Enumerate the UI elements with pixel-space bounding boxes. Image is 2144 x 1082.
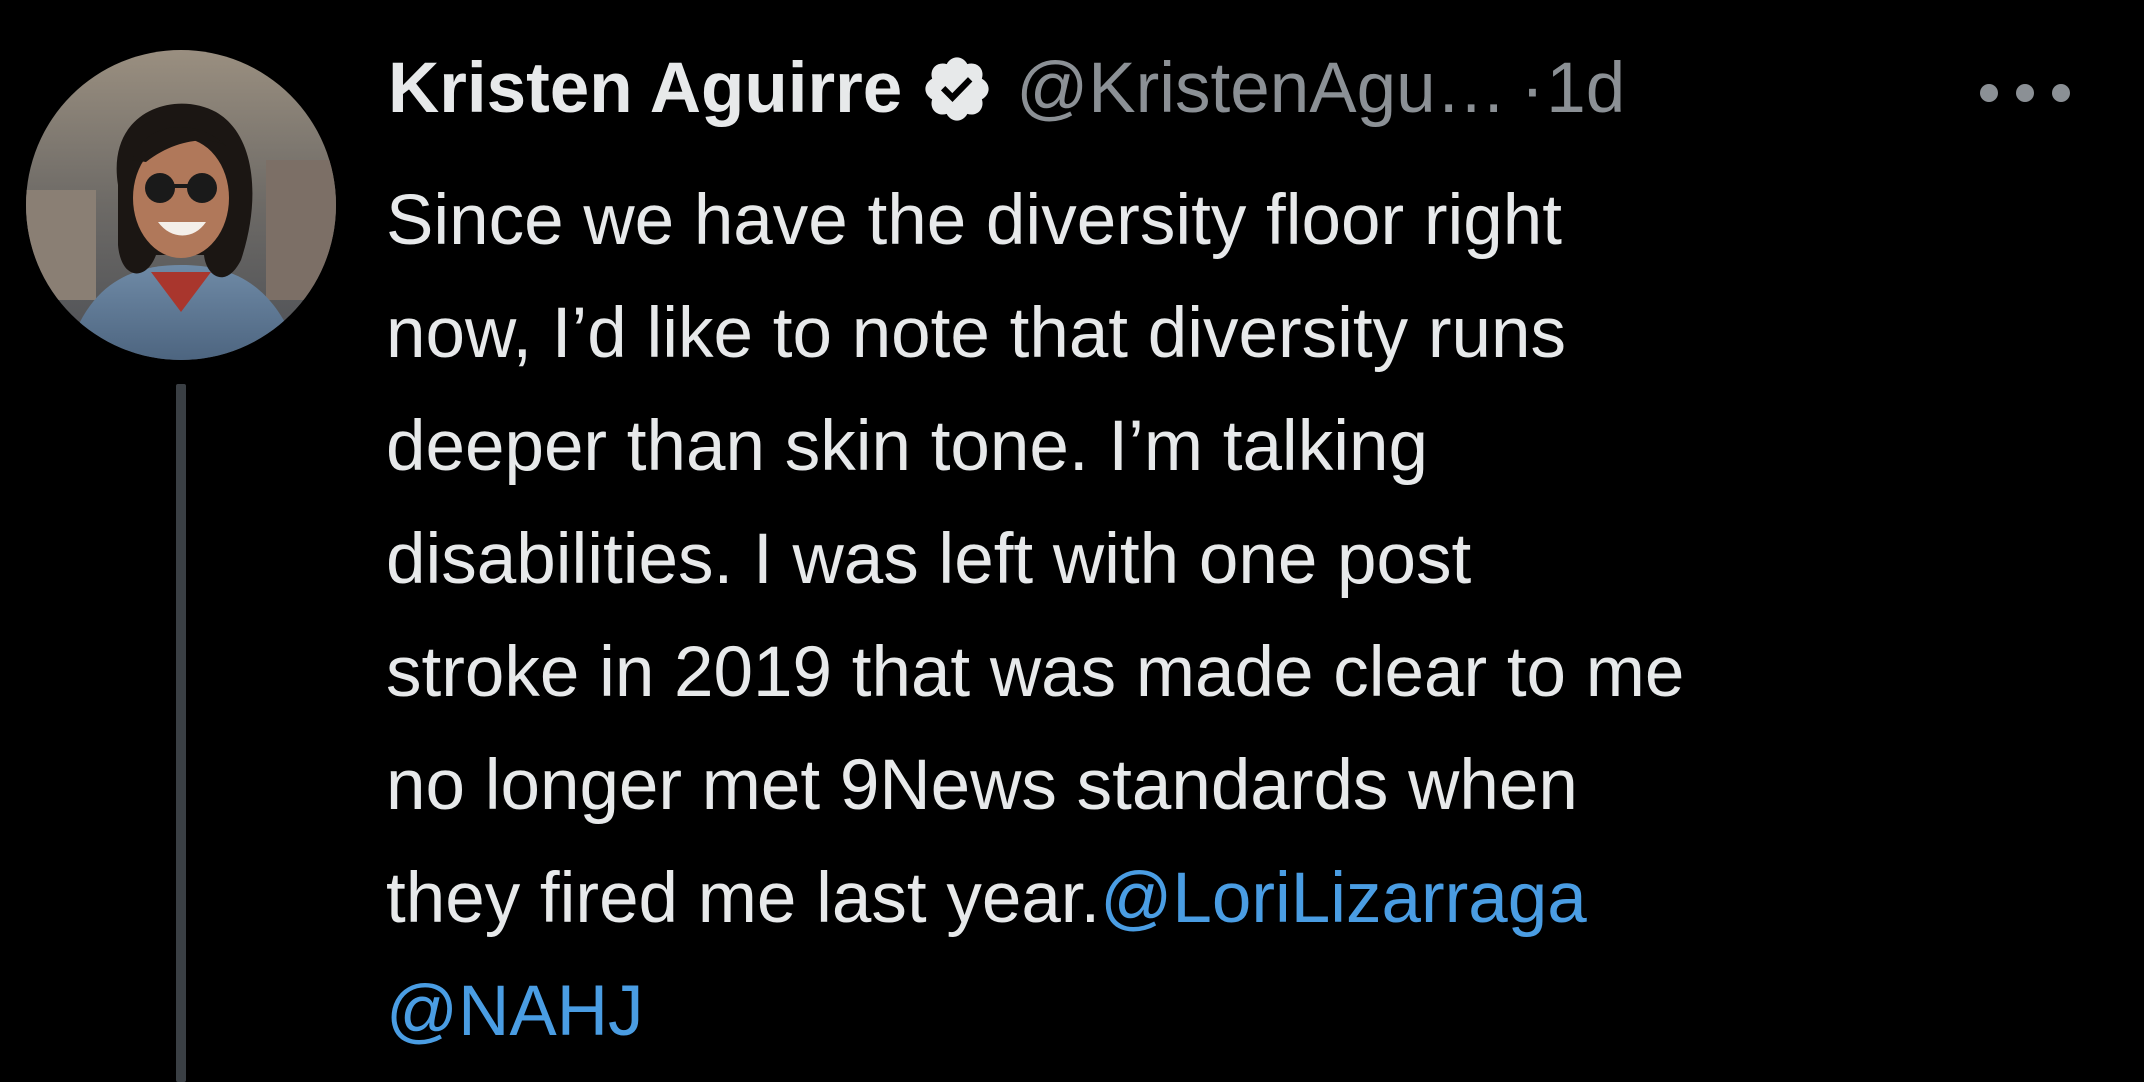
avatar[interactable] <box>26 50 336 360</box>
tweet-text-line: disabilities. I was left with one post <box>386 520 1472 599</box>
tweet-text-line: deeper than skin tone. I’m talking <box>386 407 1428 486</box>
tweet-text-line: Since we have the diversity floor right <box>386 181 1563 260</box>
tweet-text-line: stroke in 2019 that was made clear to me <box>386 633 1685 712</box>
more-dot <box>2052 84 2070 102</box>
avatar-photo <box>26 50 336 360</box>
more-dot <box>1980 84 1998 102</box>
tweet-text-line-with-mention: they fired me last year.@LoriLizarraga <box>386 842 2126 955</box>
more-options-icon[interactable] <box>1980 78 2070 108</box>
author-handle[interactable]: @KristenAgu… <box>1016 44 1506 134</box>
tweet-header: Kristen Aguirre @KristenAgu… · 1d <box>388 44 1625 134</box>
tweet-text-segment: they fired me last year. <box>386 859 1101 938</box>
more-dot <box>2016 84 2034 102</box>
author-display-name[interactable]: Kristen Aguirre <box>388 44 902 134</box>
thread-connector-line <box>176 384 186 1082</box>
tweet-text-line: now, I’d like to note that diversity run… <box>386 294 1566 373</box>
mention-link-nahj[interactable]: @NAHJ <box>386 972 643 1051</box>
tweet-text: Since we have the diversity floor right … <box>386 164 2126 1068</box>
header-separator: · <box>1520 49 1545 128</box>
tweet-text-line: no longer met 9News standards when <box>386 746 1578 825</box>
tweet-text-line: @NAHJ <box>386 955 2126 1068</box>
tweet-timestamp[interactable]: 1d <box>1546 44 1625 134</box>
tweet[interactable]: Kristen Aguirre @KristenAgu… · 1d Since … <box>0 0 2144 1082</box>
verified-badge-icon <box>920 52 994 126</box>
mention-link-lorilizarraga[interactable]: @LoriLizarraga <box>1100 859 1586 938</box>
